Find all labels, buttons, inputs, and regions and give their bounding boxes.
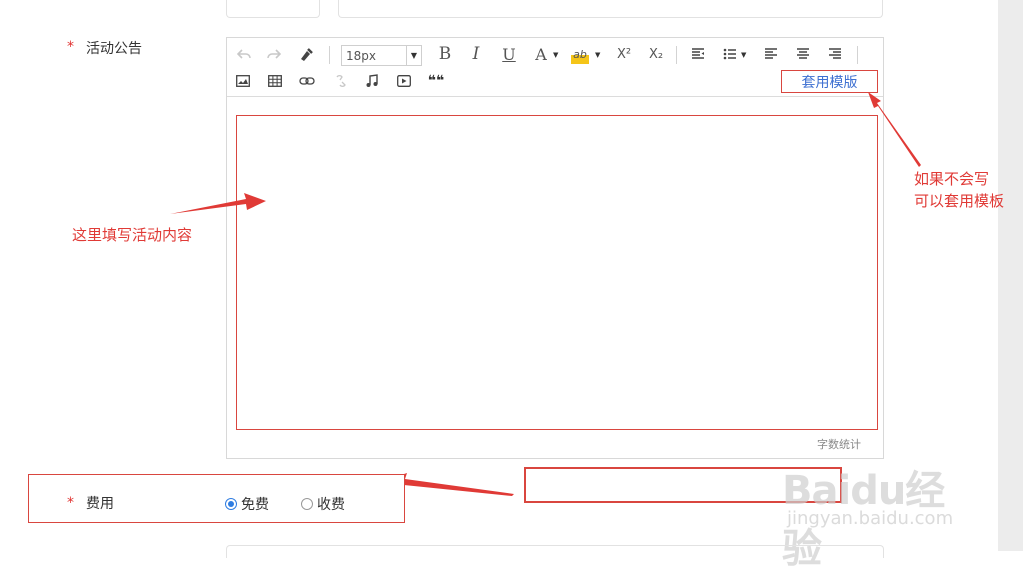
- radio-unchecked-icon: [301, 498, 313, 510]
- radio-checked-icon: [225, 498, 237, 510]
- fee-option-free-label: 免费: [241, 497, 269, 513]
- template-hint-line1: 如果不会写: [914, 170, 990, 188]
- template-hint-line2: 可以套用模板: [914, 192, 1005, 210]
- fee-option-paid-label: 收费: [317, 497, 345, 513]
- baidu-watermark: Baidu经验 jingyan.baidu.com: [782, 448, 982, 572]
- arrow-to-content: [170, 193, 266, 214]
- content-hint-annotation: 这里填写活动内容: [72, 226, 193, 244]
- fee-row: * 费用 免费 收费: [28, 474, 405, 523]
- watermark-url: jingyan.baidu.com: [787, 508, 954, 529]
- fee-required-mark: *: [67, 495, 74, 511]
- arrow-to-template: [868, 92, 921, 167]
- next-field[interactable]: [226, 545, 884, 558]
- fee-label: 费用: [86, 496, 114, 512]
- fee-option-paid[interactable]: 收费: [301, 494, 345, 514]
- fee-option-free[interactable]: 免费: [225, 494, 269, 514]
